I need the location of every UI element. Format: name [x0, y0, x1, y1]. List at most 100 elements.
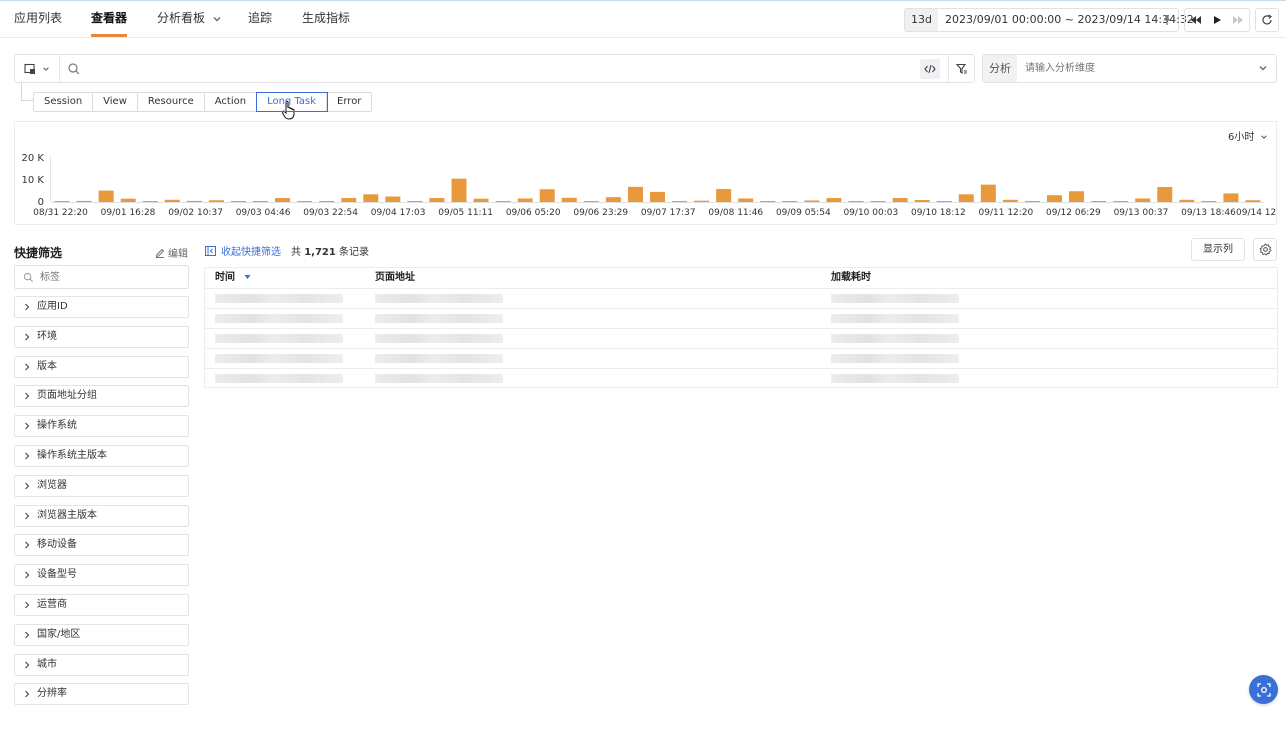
chart-bar[interactable]: [627, 186, 643, 202]
chart-bar[interactable]: [297, 201, 313, 202]
chart-bar[interactable]: [1245, 200, 1261, 202]
tab-action[interactable]: Action: [205, 93, 258, 111]
tab-error[interactable]: Error: [327, 93, 371, 111]
chart-bar[interactable]: [186, 200, 202, 202]
quick-filter-item[interactable]: 版本: [14, 355, 189, 378]
chart-bar[interactable]: [1091, 201, 1107, 202]
quick-filter-item[interactable]: 设备型号: [14, 564, 189, 587]
chart-bar[interactable]: [473, 198, 489, 202]
chart-bar[interactable]: [407, 201, 423, 202]
chart-bar[interactable]: [1223, 193, 1239, 202]
screenshot-capture-button[interactable]: [1249, 675, 1278, 704]
tab-long-task[interactable]: Long Task: [256, 92, 329, 112]
chart-bar[interactable]: [1046, 195, 1062, 202]
chart-bar[interactable]: [517, 198, 533, 202]
edit-quick-filter-button[interactable]: 编辑: [155, 245, 188, 260]
chart-bar[interactable]: [539, 189, 555, 202]
table-row[interactable]: [205, 328, 1277, 348]
chart-bar[interactable]: [495, 201, 511, 202]
chart-bar[interactable]: [275, 198, 291, 202]
chart-bar[interactable]: [672, 201, 688, 202]
tab-explorer[interactable]: 查看器: [91, 1, 128, 37]
tab-app-list[interactable]: 应用列表: [14, 1, 62, 37]
table-settings-button[interactable]: [1253, 238, 1277, 261]
chart-bar[interactable]: [694, 200, 710, 202]
chevron-down-icon[interactable]: [1258, 63, 1268, 73]
chart-bar[interactable]: [716, 189, 732, 202]
chart-bar[interactable]: [650, 191, 665, 202]
quick-filter-item[interactable]: 操作系统主版本: [14, 445, 189, 467]
chart-bar[interactable]: [782, 201, 798, 202]
tab-trace[interactable]: 追踪: [248, 1, 272, 37]
quick-filter-item[interactable]: 国家/地区: [14, 623, 189, 646]
chart-bar[interactable]: [1113, 201, 1129, 202]
chart-bar[interactable]: [1179, 199, 1195, 202]
chart-bar[interactable]: [253, 201, 269, 202]
chart-bar[interactable]: [429, 198, 445, 202]
chart-bar[interactable]: [561, 197, 577, 202]
refresh-button[interactable]: [1255, 8, 1279, 32]
chart-bar[interactable]: [451, 178, 467, 202]
chart-bar[interactable]: [1024, 201, 1040, 202]
quick-filter-item[interactable]: 城市: [14, 653, 189, 676]
tab-resource[interactable]: Resource: [138, 93, 205, 111]
chart-bar[interactable]: [341, 198, 357, 202]
table-row[interactable]: [205, 368, 1277, 388]
chart-bar[interactable]: [583, 201, 599, 202]
chart-bar[interactable]: [98, 190, 114, 202]
chart-bar[interactable]: [363, 194, 379, 202]
source-selector[interactable]: [15, 55, 60, 82]
table-row[interactable]: [205, 348, 1277, 368]
analysis-dimension-input[interactable]: [1025, 55, 1245, 82]
chart-bar[interactable]: [164, 199, 180, 202]
chart-bar[interactable]: [120, 198, 136, 202]
column-header-page-url[interactable]: 页面地址: [375, 268, 415, 288]
chart-bar[interactable]: [54, 201, 70, 202]
code-mode-button[interactable]: [920, 59, 940, 79]
chart-bar[interactable]: [914, 200, 930, 202]
show-columns-button[interactable]: 显示列: [1191, 238, 1245, 261]
chart-bar[interactable]: [980, 184, 996, 202]
chart-bar[interactable]: [892, 198, 908, 202]
chart-bar[interactable]: [1135, 198, 1151, 202]
table-row[interactable]: [205, 308, 1277, 328]
quick-filter-item[interactable]: 环境: [14, 325, 189, 348]
chart-bar[interactable]: [605, 197, 621, 202]
chart-bar[interactable]: [958, 194, 974, 202]
column-header-time[interactable]: 时间: [215, 268, 251, 288]
fast-forward-button[interactable]: [1227, 9, 1249, 31]
quick-filter-item[interactable]: 应用ID: [14, 296, 189, 318]
chart-bar[interactable]: [230, 201, 246, 202]
tab-session[interactable]: Session: [34, 93, 94, 111]
chart-bar[interactable]: [804, 200, 820, 202]
chart-bar[interactable]: [208, 200, 224, 202]
chart-bar[interactable]: [1069, 191, 1085, 202]
quick-filter-item[interactable]: 运营商: [14, 594, 189, 616]
chart-bar[interactable]: [848, 201, 864, 202]
filter-button[interactable]: [948, 55, 975, 82]
tab-view[interactable]: View: [93, 93, 138, 111]
interval-selector[interactable]: 6小时: [1228, 128, 1268, 143]
table-row[interactable]: [205, 288, 1277, 308]
chart-bar[interactable]: [1002, 199, 1018, 202]
quick-filter-item[interactable]: 移动设备: [14, 534, 189, 557]
chart-bar[interactable]: [738, 198, 754, 202]
chart-bar[interactable]: [385, 196, 401, 203]
quick-filter-item[interactable]: 页面地址分组: [14, 385, 189, 408]
column-header-load-time[interactable]: 加载耗时: [831, 268, 871, 288]
chart-bar[interactable]: [760, 201, 776, 202]
time-range-picker[interactable]: 13d 2023/09/01 00:00:00 ~ 2023/09/14 14:…: [904, 8, 1194, 32]
tab-dashboard[interactable]: 分析看板: [157, 1, 222, 37]
quick-filter-item[interactable]: 浏览器: [14, 474, 189, 497]
quick-filter-item[interactable]: 操作系统: [14, 415, 189, 438]
chart-bar[interactable]: [1157, 187, 1173, 202]
chart-bar[interactable]: [870, 201, 886, 202]
chart-bar[interactable]: [1201, 201, 1217, 202]
chart-bar[interactable]: [826, 198, 842, 202]
pin-icon[interactable]: [1161, 14, 1173, 26]
quick-filter-item[interactable]: 浏览器主版本: [14, 504, 189, 527]
tag-search-input[interactable]: [40, 266, 180, 288]
chart-bar[interactable]: [936, 201, 952, 202]
play-button[interactable]: [1206, 9, 1228, 31]
search-input[interactable]: [87, 55, 907, 82]
